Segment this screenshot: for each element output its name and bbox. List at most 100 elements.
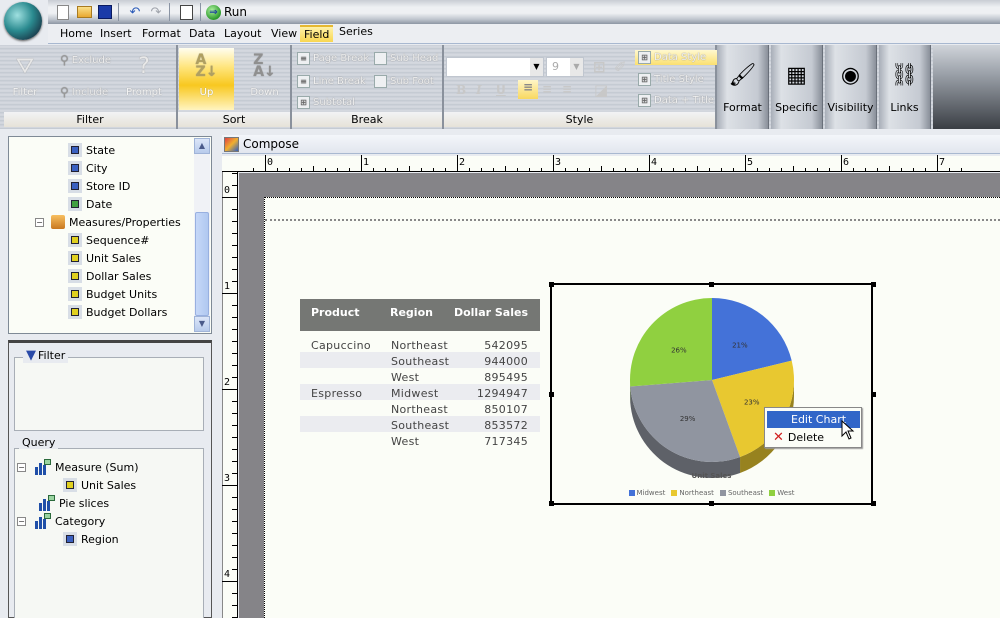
resize-handle[interactable] xyxy=(709,501,714,506)
ruler-tick xyxy=(232,221,237,222)
report-table-header[interactable]: Product Region Dollar Sales xyxy=(300,299,540,331)
open-folder-icon[interactable] xyxy=(75,3,93,21)
filter-box[interactable] xyxy=(14,357,204,431)
line-break-button[interactable]: ≡ Line Break xyxy=(297,75,366,88)
table-row[interactable]: Southeast 944000 xyxy=(300,352,540,368)
resize-handle[interactable] xyxy=(871,501,876,506)
sub-head-button[interactable]: Sub Head xyxy=(374,52,438,65)
sub-foot-button[interactable]: Sub Foot xyxy=(374,75,434,88)
field-tree-item[interactable]: Sequence# xyxy=(68,231,149,249)
save-disk-icon[interactable] xyxy=(96,3,114,21)
ruler-tick xyxy=(769,168,770,171)
resize-handle[interactable] xyxy=(871,282,876,287)
scroll-thumb[interactable] xyxy=(195,212,209,316)
run-button[interactable]: ⇒ Run xyxy=(206,2,247,22)
sort-down-button[interactable]: Z A↓ Down xyxy=(242,51,287,98)
specific-button[interactable]: ▦ Specific xyxy=(771,45,823,129)
field-tree-scrollbar[interactable]: ▲ ▼ xyxy=(194,138,210,332)
data-style-button[interactable]: ⊞ Data Style xyxy=(635,50,717,65)
query-tree-item[interactable]: − Measure (Sum) xyxy=(17,458,139,476)
print-preview-icon[interactable] xyxy=(177,3,195,21)
subtotal-button[interactable]: ⊞ Subtotal xyxy=(297,96,355,109)
pie-chart-frame[interactable]: 21% 23% 29% 26% Unit Sales Midwest Northeast… xyxy=(550,283,873,505)
field-tree-item[interactable]: Date xyxy=(68,195,112,213)
table-row[interactable]: Northeast 850107 xyxy=(300,400,540,416)
links-button[interactable]: ⛓ Links xyxy=(879,45,931,129)
sub-foot-icon xyxy=(374,75,387,88)
align-center-button[interactable]: ≡ xyxy=(542,82,552,96)
format-button[interactable]: 🖌 Format xyxy=(717,45,769,129)
font-size-select[interactable]: 9 ▼ xyxy=(546,57,584,77)
query-tree-item[interactable]: Unit Sales xyxy=(63,476,136,494)
text-box-icon[interactable]: ⊞ xyxy=(593,58,606,76)
menu-bar: Home Insert Format Data Layout View Fiel… xyxy=(48,24,1000,44)
undo-icon[interactable]: ↶ xyxy=(126,3,144,21)
table-row[interactable]: West 895495 xyxy=(300,368,540,384)
query-legend: Query xyxy=(19,436,59,449)
font-name-select[interactable]: ▼ xyxy=(446,57,544,77)
menu-format[interactable]: Format xyxy=(142,27,181,40)
vertical-ruler: 0 1 2 3 4 xyxy=(222,172,238,618)
data-title-button[interactable]: ⊞ Data + Title xyxy=(638,94,714,107)
menu-layout[interactable]: Layout xyxy=(224,27,261,40)
page-break-button[interactable]: ≡ Page Break xyxy=(297,52,369,65)
field-tree-item[interactable]: − Measures/Properties xyxy=(35,213,181,231)
query-tree-item[interactable]: Pie slices xyxy=(39,494,109,512)
ruler-tick xyxy=(232,449,237,450)
resize-handle[interactable] xyxy=(549,282,554,287)
exclude-label: Exclude xyxy=(71,54,111,66)
menu-home[interactable]: Home xyxy=(60,27,92,40)
bold-button[interactable]: B xyxy=(456,83,466,97)
ruler-tick xyxy=(349,168,350,171)
menu-view[interactable]: View xyxy=(271,27,297,40)
underline-button[interactable]: U xyxy=(496,83,506,97)
resize-handle[interactable] xyxy=(549,392,554,397)
collapse-icon[interactable]: − xyxy=(17,462,26,472)
new-document-icon[interactable] xyxy=(54,3,72,21)
table-row[interactable]: West 717345 xyxy=(300,432,540,448)
menu-data[interactable]: Data xyxy=(189,27,215,40)
table-row[interactable]: Capuccino Northeast 542095 xyxy=(300,336,540,352)
field-tree-item[interactable]: City xyxy=(68,159,108,177)
pie-slice-west[interactable] xyxy=(630,298,712,387)
field-tree-item[interactable]: Budget Dollars xyxy=(68,303,167,321)
scroll-down-icon[interactable]: ▼ xyxy=(194,316,210,332)
field-tree-item[interactable]: State xyxy=(68,141,115,159)
resize-handle[interactable] xyxy=(709,282,714,287)
sort-up-button[interactable]: A Z↓ Up xyxy=(179,48,234,110)
table-row[interactable]: Espresso Midwest 1294947 xyxy=(300,384,540,400)
query-tree-item[interactable]: Region xyxy=(63,530,119,548)
align-left-button[interactable]: ≡ xyxy=(518,80,538,99)
scroll-up-icon[interactable]: ▲ xyxy=(194,138,210,154)
collapse-icon[interactable]: − xyxy=(17,516,26,526)
menu-series[interactable]: Series xyxy=(339,25,373,38)
prompt-button[interactable]: ? Prompt xyxy=(126,51,162,99)
align-right-button[interactable]: ≡ xyxy=(562,82,572,96)
query-tree-item[interactable]: − Category xyxy=(17,512,105,530)
quick-access-toolbar: ↶ ↷ ⇒ Run xyxy=(48,0,1000,24)
field-tree-item[interactable]: Store ID xyxy=(68,177,130,195)
title-style-button[interactable]: ⊞ Title Style xyxy=(638,73,704,86)
resize-handle[interactable] xyxy=(549,501,554,506)
filter-button[interactable]: ⛛ Filter xyxy=(12,51,38,99)
collapse-icon[interactable]: − xyxy=(35,217,44,227)
visibility-button[interactable]: ◉ Visibility xyxy=(825,45,877,129)
field-tree-item[interactable]: Dollar Sales xyxy=(68,267,151,285)
redo-icon[interactable]: ↷ xyxy=(147,3,165,21)
clear-format-icon[interactable]: ✐ xyxy=(614,58,627,76)
legend-swatch xyxy=(769,490,776,496)
fill-color-icon[interactable]: ◪ xyxy=(594,81,608,99)
ruler-tick xyxy=(253,168,254,171)
field-tree-item[interactable]: Unit Sales xyxy=(68,249,141,267)
italic-button[interactable]: I xyxy=(476,83,482,97)
dimension-field-icon xyxy=(68,161,82,175)
field-tree-item[interactable]: Budget Units xyxy=(68,285,157,303)
app-logo-globe-icon[interactable] xyxy=(4,2,42,40)
menu-insert[interactable]: Insert xyxy=(100,27,132,40)
menu-field[interactable]: Field xyxy=(300,25,334,42)
include-button[interactable]: ⚲ Include xyxy=(60,85,108,99)
exclude-button[interactable]: ⚲ Exclude xyxy=(60,53,111,67)
title-style-label: Title Style xyxy=(654,74,704,85)
table-row[interactable]: Southeast 853572 xyxy=(300,416,540,432)
resize-handle[interactable] xyxy=(871,392,876,397)
